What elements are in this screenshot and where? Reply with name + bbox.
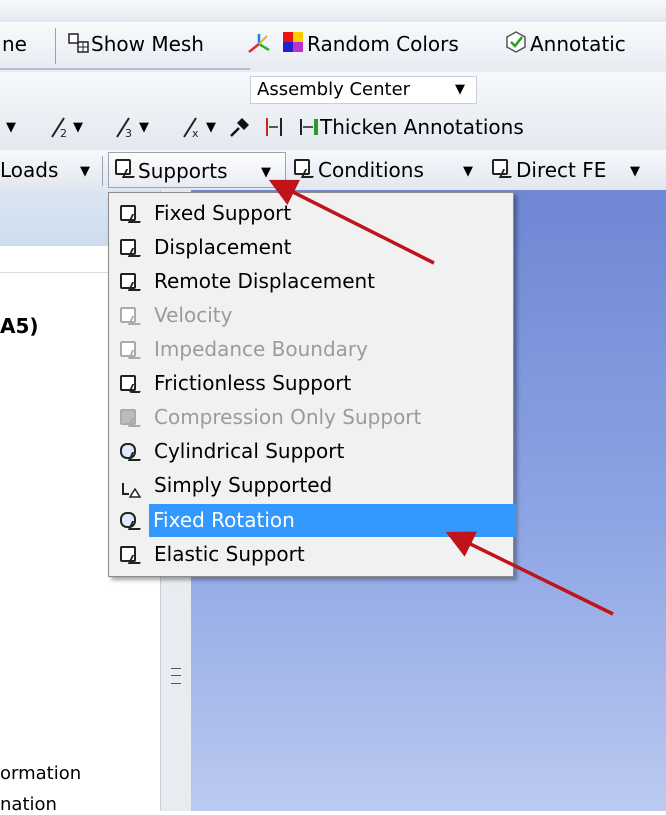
arrow-to-supports-icon [268,179,435,265]
arrow-to-fixed-rotation-icon [445,531,614,616]
annotation-arrows [268,179,614,616]
